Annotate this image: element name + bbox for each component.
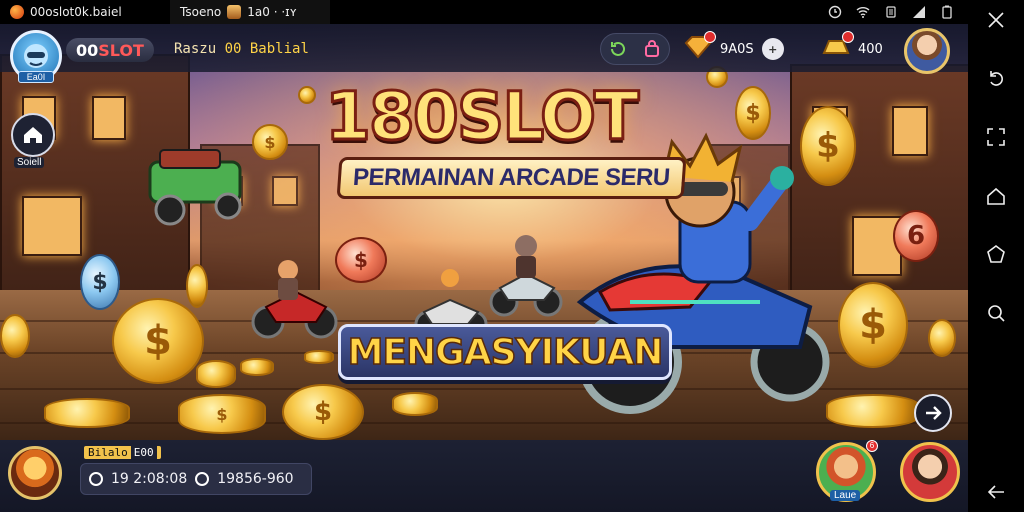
play-button-label: MENGASYIKUAN: [347, 331, 664, 374]
game-subtitle: PERMAINAN ARCADE SERU: [336, 157, 687, 199]
app-tab-title: 00oslot0k.baiel: [30, 5, 122, 19]
coin: [826, 394, 920, 428]
coin: $: [838, 282, 908, 368]
coin: $: [80, 254, 120, 310]
close-icon[interactable]: [982, 6, 1010, 34]
coin: [392, 392, 438, 416]
game-tab[interactable]: Tsoeno 1a0 · ·ɪʏ: [170, 0, 330, 24]
coin: [298, 86, 316, 104]
alarm-icon: [828, 5, 842, 19]
coin: [0, 314, 30, 358]
rider-back: [489, 235, 563, 317]
refresh-icon[interactable]: [608, 39, 628, 59]
game-tab-extra: 1a0 · ·ɪʏ: [247, 5, 297, 19]
clock-icon: [89, 472, 103, 486]
player-name: Raszu 00 Bablial: [174, 41, 309, 57]
back-icon[interactable]: [982, 478, 1010, 506]
coin: $: [252, 124, 288, 160]
wifi-icon: [856, 7, 870, 18]
game-tab-title: Tsoeno: [180, 5, 222, 19]
mascot-icon: [24, 44, 48, 68]
player-name-gold: 00 Bablial: [224, 41, 309, 57]
brand-logo[interactable]: 00 SLOT: [66, 38, 154, 62]
gold-counter[interactable]: 400: [822, 31, 883, 65]
friend-avatar[interactable]: [900, 442, 960, 502]
profile-avatar[interactable]: [904, 28, 950, 74]
add-gems-button[interactable]: +: [761, 38, 784, 60]
quick-actions: [600, 33, 670, 65]
friend-label: Laue: [830, 490, 861, 501]
brand-accent: SLOT: [98, 40, 144, 60]
player-tag: Bilalo E00: [84, 446, 161, 459]
battery-icon: [942, 5, 952, 19]
coin: [304, 350, 334, 364]
game-title: 180SLOT: [323, 77, 640, 157]
coin: $: [800, 106, 856, 186]
pentagon-icon[interactable]: [982, 240, 1010, 268]
fullscreen-icon[interactable]: [982, 123, 1010, 151]
bag-icon[interactable]: [642, 39, 662, 59]
arrow-right-icon: [926, 406, 942, 420]
player-avatar[interactable]: [8, 446, 62, 500]
home-button[interactable]: [11, 113, 55, 157]
player-tag-level: E00: [130, 446, 157, 459]
coin: [186, 264, 208, 308]
coin: [196, 360, 236, 388]
rotate-icon[interactable]: [982, 65, 1010, 93]
coin: $: [178, 394, 266, 434]
player-stats[interactable]: 19 2:08:08 19856-960: [80, 463, 312, 495]
player-tag-name: Bilalo: [88, 446, 128, 459]
stat-time: 19 2:08:08: [111, 471, 188, 487]
player-name-prefix: Raszu: [174, 41, 217, 57]
home-icon: [24, 127, 42, 143]
gem-amount: 9A0S: [720, 41, 754, 57]
gem-counter[interactable]: 9A0S +: [684, 31, 784, 65]
nav-bar: [968, 0, 1024, 512]
coin: $: [112, 298, 204, 384]
window: [22, 196, 82, 256]
play-button[interactable]: MENGASYIKUAN: [338, 324, 672, 380]
window: [92, 96, 126, 140]
home-nav-icon[interactable]: [982, 182, 1010, 210]
coin: 6: [893, 210, 939, 262]
coin: $: [735, 86, 771, 140]
signal-icon: [913, 6, 925, 18]
window: [272, 176, 298, 206]
search-icon[interactable]: [982, 299, 1010, 327]
home-label: Soiell: [14, 157, 45, 168]
next-button[interactable]: [914, 394, 952, 432]
friend-badge: 6: [866, 440, 878, 452]
app-icon: [10, 5, 24, 19]
coin-icon: [195, 472, 210, 486]
game-tab-icon: [227, 5, 242, 19]
coin: [44, 398, 130, 428]
window: [892, 106, 928, 156]
level-tag: Ea0I: [18, 71, 54, 83]
gold-amount: 400: [858, 41, 883, 57]
coin: $: [282, 384, 364, 440]
notification-badge: [842, 31, 854, 43]
app-tab[interactable]: 00oslot0k.baiel: [0, 0, 170, 24]
coin: $: [335, 237, 387, 283]
brand-prefix: 00: [76, 40, 99, 60]
status-bar: 00oslot0k.baiel Tsoeno 1a0 · ·ɪʏ: [0, 0, 968, 24]
rider-left: [251, 260, 338, 339]
coin: [240, 358, 274, 376]
notification-badge: [704, 31, 716, 43]
flying-cart: [148, 149, 242, 226]
coin: [928, 319, 956, 357]
stat-score: 19856-960: [217, 471, 294, 487]
vibrate-icon: [886, 6, 896, 18]
